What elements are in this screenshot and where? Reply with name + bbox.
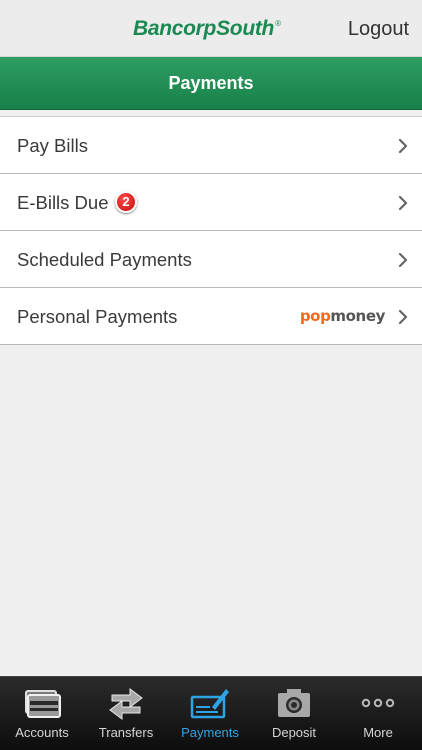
tab-accounts[interactable]: Accounts bbox=[0, 677, 84, 750]
chevron-right-icon bbox=[398, 196, 408, 210]
menu-item-label: Scheduled Payments bbox=[17, 249, 192, 270]
tab-label: Deposit bbox=[271, 725, 317, 740]
app-header: BancorpSouth® Logout bbox=[0, 0, 422, 57]
page-title-bar: Payments bbox=[0, 57, 422, 110]
more-dots-icon bbox=[361, 698, 395, 708]
camera-icon bbox=[278, 689, 310, 717]
check-pen-icon bbox=[190, 689, 229, 719]
brand-registered-mark: ® bbox=[275, 19, 281, 28]
menu-item-personal-payments[interactable]: Personal Payments popmoney bbox=[0, 288, 422, 345]
chevron-right-icon bbox=[398, 253, 408, 267]
popmoney-logo-money: money bbox=[330, 307, 385, 325]
tab-transfers[interactable]: Transfers bbox=[84, 677, 168, 750]
tab-label: More bbox=[363, 725, 393, 740]
brand-logo: BancorpSouth® bbox=[133, 17, 281, 41]
chevron-right-icon bbox=[398, 139, 408, 153]
menu-item-pay-bills[interactable]: Pay Bills bbox=[0, 117, 422, 174]
tab-label: Payments bbox=[181, 725, 239, 740]
chevron-right-icon bbox=[398, 310, 408, 324]
menu-item-label: E-Bills Due bbox=[17, 192, 109, 213]
tab-deposit[interactable]: Deposit bbox=[252, 677, 336, 750]
tab-payments[interactable]: Payments bbox=[168, 677, 252, 750]
popmoney-logo: popmoney bbox=[299, 307, 386, 325]
ebills-count-badge: 2 bbox=[115, 191, 137, 213]
wallet-icon bbox=[25, 690, 61, 718]
payments-menu: Pay Bills E-Bills Due 2 Scheduled Paymen… bbox=[0, 116, 422, 345]
bottom-tab-bar: Accounts Transfers Payments Deposit More bbox=[0, 676, 422, 750]
menu-item-label: Pay Bills bbox=[17, 135, 88, 156]
tab-label: Accounts bbox=[15, 725, 69, 740]
logout-button[interactable]: Logout bbox=[348, 18, 409, 41]
popmoney-logo-pop: pop bbox=[299, 307, 331, 325]
menu-item-ebills-due[interactable]: E-Bills Due 2 bbox=[0, 174, 422, 231]
tab-label: Transfers bbox=[98, 725, 154, 740]
page-title: Payments bbox=[168, 73, 254, 93]
tab-more[interactable]: More bbox=[336, 677, 420, 750]
menu-item-scheduled-payments[interactable]: Scheduled Payments bbox=[0, 231, 422, 288]
brand-name: BancorpSouth bbox=[133, 17, 275, 40]
transfer-arrows-icon bbox=[109, 688, 143, 720]
menu-item-label: Personal Payments bbox=[17, 306, 178, 327]
